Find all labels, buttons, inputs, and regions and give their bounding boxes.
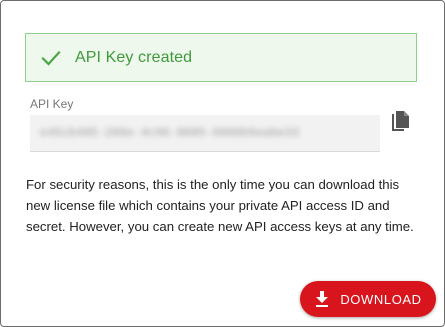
security-notice: For security reasons, this is the only t… <box>26 177 414 234</box>
api-key-label: API Key <box>30 97 74 111</box>
copy-icon <box>389 110 411 139</box>
download-button[interactable]: DOWNLOAD <box>300 281 436 317</box>
api-key-value: e45cb485-266e-4c96-8685-0966b5eabe33 <box>40 126 300 140</box>
success-message: API Key created <box>75 48 193 66</box>
api-key-field[interactable]: e45cb485-266e-4c96-8685-0966b5eabe33 <box>30 115 380 152</box>
api-key-dialog: API Key created API Key e45cb485-266e-4c… <box>0 0 445 327</box>
check-icon <box>41 48 61 68</box>
download-icon <box>314 291 330 307</box>
success-banner: API Key created <box>25 33 417 82</box>
download-label: DOWNLOAD <box>340 291 422 307</box>
copy-button[interactable] <box>385 109 415 139</box>
